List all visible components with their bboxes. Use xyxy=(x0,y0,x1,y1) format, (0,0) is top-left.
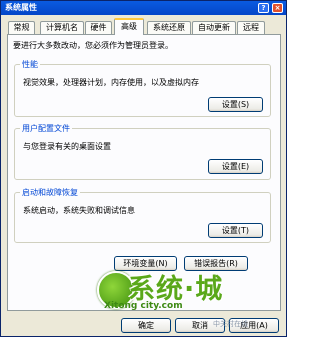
tab-remote[interactable]: 远程 xyxy=(237,21,265,34)
close-button[interactable]: × xyxy=(272,3,283,13)
user-profiles-label: 用户配置文件 xyxy=(20,123,72,134)
tab-general[interactable]: 常规 xyxy=(8,21,35,34)
startup-recovery-desc: 系统启动，系统失败和调试信息 xyxy=(23,206,135,215)
ok-button[interactable]: 确定 xyxy=(121,318,171,333)
tab-system-restore[interactable]: 系统还原 xyxy=(147,21,191,34)
watermark-url: Xitong city.com xyxy=(104,301,183,311)
user-profiles-settings-button[interactable]: 设置(E) xyxy=(208,159,263,174)
system-properties-window: 系统属性 ? × 常规 计算机名 硬件 高级 系统还原 自动更新 远程 要进行大… xyxy=(0,0,287,337)
performance-label: 性能 xyxy=(20,59,40,70)
user-profiles-desc: 与您登录有关的桌面设置 xyxy=(23,142,111,151)
tab-automatic-updates[interactable]: 自动更新 xyxy=(192,21,236,34)
help-button[interactable]: ? xyxy=(258,3,269,13)
tab-hardware[interactable]: 硬件 xyxy=(85,21,112,34)
performance-settings-button[interactable]: 设置(S) xyxy=(208,97,263,112)
tab-computer-name[interactable]: 计算机名 xyxy=(40,21,84,34)
tab-advanced[interactable]: 高级 xyxy=(114,18,144,35)
window-title: 系统属性 xyxy=(5,3,37,12)
title-bar[interactable]: 系统属性 xyxy=(1,1,286,15)
performance-desc: 视觉效果，处理器计划，内存使用，以及虚拟内存 xyxy=(23,78,199,87)
startup-recovery-settings-button[interactable]: 设置(T) xyxy=(208,223,263,238)
admin-notice: 要进行大多数改动，您必须作为管理员登录。 xyxy=(13,41,173,50)
watermark-corner: 中关村在线 xyxy=(213,320,248,328)
startup-recovery-label: 启动和故障恢复 xyxy=(20,187,80,198)
